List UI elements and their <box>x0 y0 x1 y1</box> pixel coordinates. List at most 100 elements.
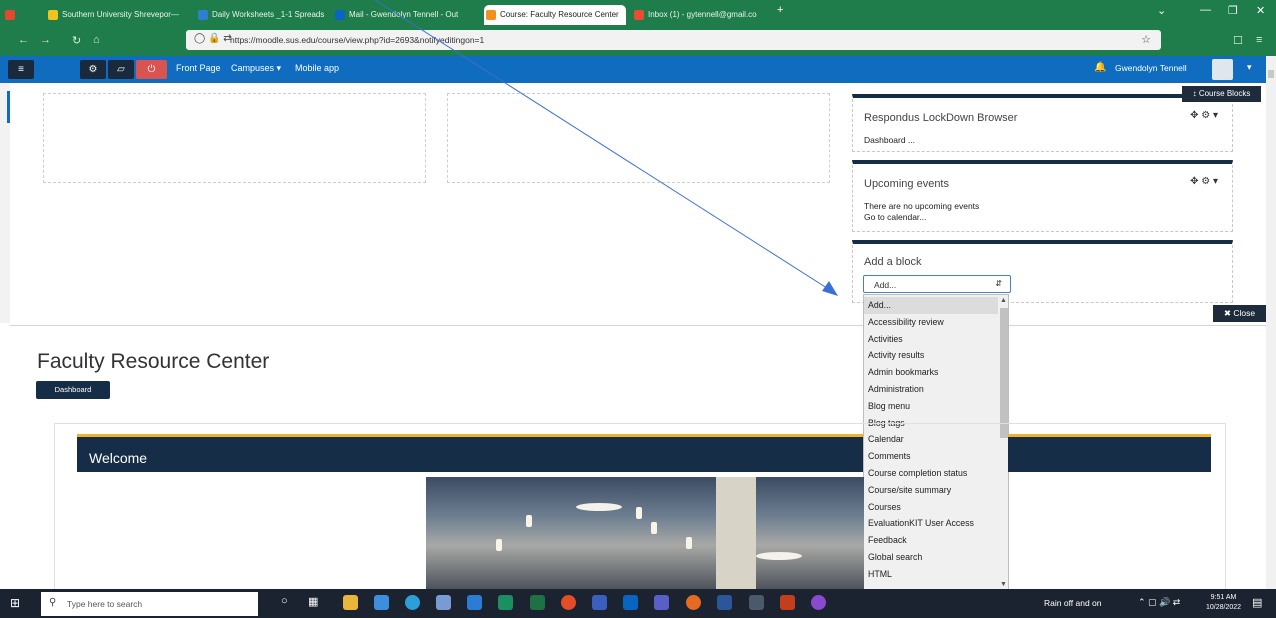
store-icon[interactable] <box>374 595 389 610</box>
dropdown-option[interactable]: Admin bookmarks <box>864 364 998 381</box>
block-move-config-icon[interactable]: ✥ ⚙ ▾ <box>1190 176 1218 187</box>
app-icon[interactable] <box>811 595 826 610</box>
firefox-icon[interactable] <box>686 595 701 610</box>
tab-daily-worksheets[interactable]: Daily Worksheets _1-1 Spreads <box>196 5 336 25</box>
user-menu-name[interactable]: Gwendolyn Tennell <box>1115 63 1187 73</box>
screen: Southern University Shrevepor— Daily Wor… <box>0 0 1276 618</box>
search-icon: ⚲ <box>49 597 57 608</box>
settings-cogs-icon[interactable]: ⚙ <box>80 60 106 79</box>
weather-status[interactable]: Rain off and on <box>1044 598 1102 608</box>
tab-course-faculty-resource[interactable]: Course: Faculty Resource Center <box>484 5 626 25</box>
chrome-icon[interactable] <box>561 595 576 610</box>
reload-icon[interactable]: ↻ <box>72 34 81 47</box>
scroll-thumb[interactable] <box>1000 308 1008 438</box>
browser-tab-strip: Southern University Shrevepor— Daily Wor… <box>0 0 1276 26</box>
forward-icon[interactable]: → <box>40 34 51 46</box>
outlook-icon[interactable] <box>623 595 638 610</box>
cortana-icon[interactable]: ○ <box>281 595 288 607</box>
welcome-photo <box>426 477 864 591</box>
tab-favicon-icon <box>48 10 58 20</box>
maximize-icon[interactable]: ❐ <box>1228 4 1238 17</box>
back-icon[interactable]: ← <box>18 34 29 46</box>
tab-label: Inbox (1) - gytennell@gmail.co <box>648 10 757 19</box>
events-empty-text: There are no upcoming events <box>864 201 980 211</box>
tab-favicon-icon <box>486 10 496 20</box>
windows-start-icon[interactable]: ⊞ <box>10 596 20 610</box>
block-link[interactable]: Dashboard ... <box>864 135 915 145</box>
tab-southern-university[interactable]: Southern University Shrevepor— <box>46 5 196 25</box>
mail-icon[interactable] <box>467 595 482 610</box>
excel-icon[interactable] <box>530 595 545 610</box>
app-icon[interactable] <box>436 595 451 610</box>
photo-light <box>636 507 642 519</box>
avatar[interactable] <box>1212 59 1233 80</box>
scroll-up-icon[interactable]: ▲ <box>1000 297 1007 304</box>
dropdown-option[interactable]: Activity results <box>864 347 998 364</box>
file-explorer-icon[interactable] <box>343 595 358 610</box>
block-title: Upcoming events <box>864 178 949 190</box>
powerpoint-icon[interactable] <box>780 595 795 610</box>
dropdown-option[interactable]: Blog menu <box>864 398 998 415</box>
dropdown-option[interactable]: Accessibility review <box>864 314 998 331</box>
drawer-toggle-icon[interactable]: ≡ <box>8 60 34 79</box>
editing-power-icon[interactable]: ⏻ <box>136 60 167 79</box>
windows-taskbar: ⊞ ⚲ Type here to search ○ ▦ Rain off and… <box>0 589 1276 618</box>
course-blocks-button[interactable]: ↕ Course Blocks <box>1182 86 1261 102</box>
empty-block-placeholder <box>447 93 830 183</box>
security-lock-icon: ◯ 🔒 ⇄ <box>194 33 232 44</box>
close-window-icon[interactable]: ✕ <box>1256 4 1265 17</box>
taskbar-clock[interactable]: 9:51 AM 10/28/2022 <box>1206 593 1241 613</box>
page-scrollbar[interactable] <box>1266 56 1276 589</box>
add-block-select[interactable]: Add... ⇵ <box>863 275 1011 293</box>
system-tray-icons[interactable]: ⌃ ▢ 🔊 ⇄ <box>1138 597 1180 608</box>
dashboard-button[interactable]: Dashboard <box>36 381 110 399</box>
dropdown-option[interactable]: Activities <box>864 331 998 348</box>
firefox-icon <box>5 10 15 20</box>
nav-campuses-menu[interactable]: Campuses ▾ <box>231 63 281 74</box>
dropdown-option[interactable]: Administration <box>864 381 998 398</box>
taskbar-search-box[interactable]: ⚲ Type here to search <box>41 592 258 616</box>
tab-list-icon[interactable]: ⌄ <box>1157 4 1166 17</box>
pocket-icon[interactable]: ☐ <box>1233 34 1243 47</box>
page-scroll-thumb[interactable] <box>1268 70 1274 78</box>
tab-label: Mail - Gwendolyn Tennell - Out <box>349 10 459 19</box>
welcome-banner-right <box>1008 434 1211 472</box>
block-move-config-icon[interactable]: ✥ ⚙ ▾ <box>1190 110 1218 121</box>
calculator-icon[interactable] <box>749 595 764 610</box>
notification-bell-icon[interactable]: 🔔 <box>1094 62 1106 73</box>
tab-mail[interactable]: Mail - Gwendolyn Tennell - Out <box>333 5 477 25</box>
new-tab-button[interactable]: + <box>777 4 783 16</box>
photo-lamp <box>756 552 802 560</box>
address-bar[interactable]: ◯ 🔒 ⇄ https://moodle.sus.edu/course/view… <box>186 30 1161 50</box>
task-view-icon[interactable]: ▦ <box>308 595 318 608</box>
moodle-navbar: ≡ ⚙ ▱ ⏻ Front Page Campuses ▾ Mobile app… <box>0 56 1276 83</box>
sitemap-icon[interactable]: ▱ <box>108 60 134 79</box>
empty-block-placeholder <box>43 93 426 183</box>
welcome-banner: Welcome <box>77 434 863 472</box>
word-icon[interactable] <box>717 595 732 610</box>
dropdown-option[interactable]: Add... <box>864 297 998 314</box>
tab-favicon-icon <box>634 10 644 20</box>
search-placeholder: Type here to search <box>67 599 143 609</box>
nav-front-page[interactable]: Front Page <box>176 63 221 73</box>
nav-mobile-app[interactable]: Mobile app <box>295 63 339 73</box>
app-icon[interactable] <box>592 595 607 610</box>
browser-navigation-bar: ← → ↻ ⌂ ◯ 🔒 ⇄ https://moodle.sus.edu/cou… <box>0 26 1276 56</box>
go-to-calendar-link[interactable]: Go to calendar... <box>864 212 926 222</box>
project-icon[interactable] <box>498 595 513 610</box>
notification-center-icon[interactable]: ▤ <box>1252 596 1262 609</box>
close-button[interactable]: ✖ Close <box>1213 305 1266 322</box>
user-menu-caret-icon[interactable]: ▾ <box>1247 62 1252 73</box>
app-menu-icon[interactable]: ≡ <box>1256 34 1262 46</box>
teams-icon[interactable] <box>654 595 669 610</box>
photo-light <box>686 537 692 549</box>
minimize-icon[interactable]: — <box>1200 4 1211 16</box>
home-icon[interactable]: ⌂ <box>93 34 100 46</box>
bookmark-star-icon[interactable]: ☆ <box>1141 33 1151 46</box>
browser-menu-icon[interactable] <box>2 5 18 25</box>
edge-icon[interactable] <box>405 595 420 610</box>
tab-label: Daily Worksheets _1-1 Spreads <box>212 10 325 19</box>
clock-time: 9:51 AM <box>1210 594 1237 601</box>
photo-light <box>496 539 502 551</box>
tab-gmail-inbox[interactable]: Inbox (1) - gytennell@gmail.co <box>632 5 772 25</box>
